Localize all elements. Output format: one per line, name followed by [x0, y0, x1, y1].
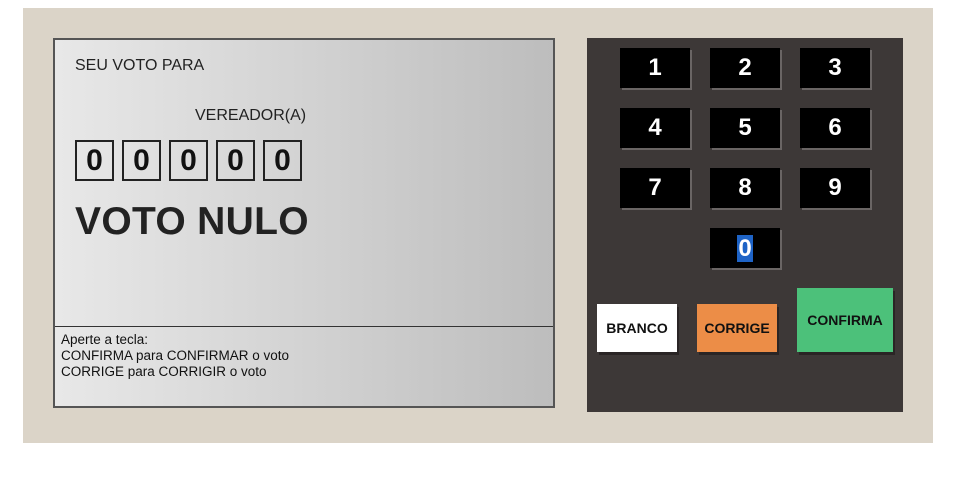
key-7[interactable]: 7: [620, 168, 690, 208]
instructions: Aperte a tecla: CONFIRMA para CONFIRMAR …: [61, 332, 289, 380]
key-4[interactable]: 4: [620, 108, 690, 148]
corrige-button[interactable]: CORRIGE: [697, 304, 777, 352]
key-9[interactable]: 9: [800, 168, 870, 208]
keypad: 1 2 3 4 5 6 7 8 9 0 BRANCO CORRIGE CONFI…: [587, 38, 903, 412]
instruction-line: CONFIRMA para CONFIRMAR o voto: [61, 348, 290, 363]
key-8[interactable]: 8: [710, 168, 780, 208]
key-1[interactable]: 1: [620, 48, 690, 88]
number-digit: 0: [263, 140, 302, 181]
office-title: VEREADOR(A): [195, 107, 307, 124]
vote-heading: SEU VOTO PARA: [75, 57, 205, 74]
number-digit: 0: [216, 140, 255, 181]
number-digit: 0: [122, 140, 161, 181]
instruction-line: CORRIGE para CORRIGIR o voto: [61, 364, 267, 379]
ballot-area: SEU VOTO PARA VEREADOR(A) 0 0 0 0 0 VOTO…: [55, 40, 553, 326]
number-digit: 0: [169, 140, 208, 181]
instruction-line: Aperte a tecla:: [61, 332, 149, 347]
branco-button[interactable]: BRANCO: [597, 304, 677, 352]
candidate-number: 0 0 0 0 0: [75, 140, 302, 181]
key-6[interactable]: 6: [800, 108, 870, 148]
voting-screen: SEU VOTO PARA VEREADOR(A) 0 0 0 0 0 VOTO…: [53, 38, 555, 408]
confirma-button[interactable]: CONFIRMA: [797, 288, 893, 352]
key-3[interactable]: 3: [800, 48, 870, 88]
number-digit: 0: [75, 140, 114, 181]
key-2[interactable]: 2: [710, 48, 780, 88]
vote-status: VOTO NULO: [75, 200, 309, 243]
key-5[interactable]: 5: [710, 108, 780, 148]
key-0-label: 0: [737, 234, 753, 262]
key-0[interactable]: 0: [710, 228, 780, 268]
screen-divider: [55, 326, 553, 327]
